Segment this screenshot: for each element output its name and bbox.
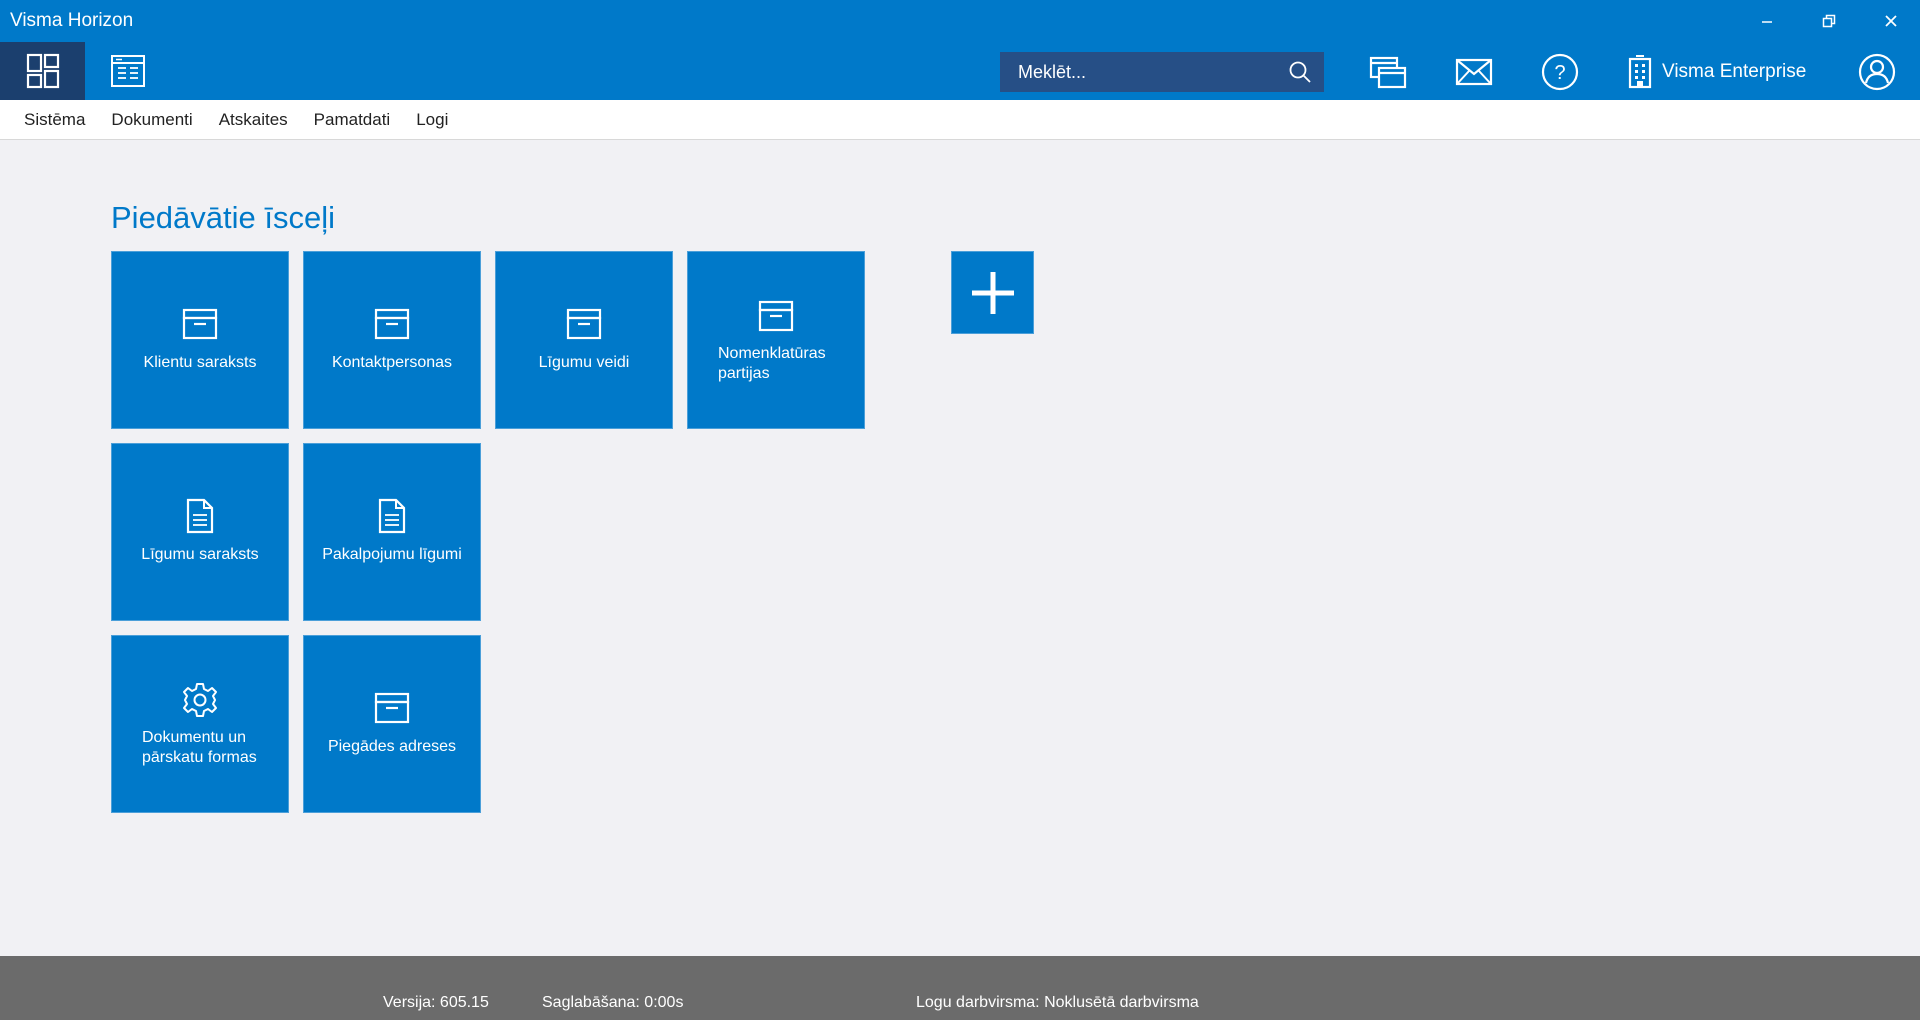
add-shortcut-button[interactable] bbox=[951, 251, 1034, 334]
window-title: Visma Horizon bbox=[10, 10, 134, 31]
tile-klientu-saraksts[interactable]: Klientu saraksts bbox=[111, 251, 289, 429]
plus-icon bbox=[971, 271, 1014, 314]
help-icon: ? bbox=[1541, 53, 1579, 91]
restore-button[interactable] bbox=[1806, 6, 1852, 36]
tile-label: Nomenklatūras partijas bbox=[718, 345, 826, 382]
archive-box-icon bbox=[304, 308, 480, 340]
user-profile-button[interactable] bbox=[1855, 52, 1899, 92]
dashboard-button[interactable] bbox=[0, 42, 85, 100]
close-icon bbox=[1885, 15, 1897, 27]
archive-box-icon bbox=[688, 300, 864, 332]
tile-label: Dokumentu un pārskatu formas bbox=[142, 729, 257, 766]
company-selector[interactable]: Visma Enterprise bbox=[1626, 52, 1806, 92]
svg-text:?: ? bbox=[1554, 62, 1565, 84]
dashboard-icon bbox=[26, 53, 59, 89]
company-name: Visma Enterprise bbox=[1662, 61, 1807, 82]
workspace-button[interactable] bbox=[85, 42, 170, 100]
gear-icon bbox=[112, 682, 288, 718]
mail-icon bbox=[1455, 58, 1493, 86]
archive-box-icon bbox=[304, 692, 480, 724]
tile-label: Līgumu saraksts bbox=[141, 546, 259, 563]
tile-nomenklaturas-partijas[interactable]: Nomenklatūras partijas bbox=[687, 251, 865, 429]
restore-icon bbox=[1822, 14, 1836, 28]
menu-item-sistema[interactable]: Sistēma bbox=[24, 110, 85, 130]
tile-piegades-adreses[interactable]: Piegādes adreses bbox=[303, 635, 481, 813]
tile-kontaktpersonas[interactable]: Kontaktpersonas bbox=[303, 251, 481, 429]
search-box bbox=[1000, 52, 1324, 92]
tile-label: Klientu saraksts bbox=[143, 354, 257, 371]
page-title: Piedāvātie īsceļi bbox=[111, 200, 336, 235]
toolbar: ? Visma Enterprise bbox=[0, 42, 1920, 100]
form-window-icon bbox=[110, 55, 145, 87]
windows-icon bbox=[1369, 56, 1407, 89]
user-icon bbox=[1858, 53, 1896, 91]
tile-label: Kontaktpersonas bbox=[331, 354, 453, 371]
tile-dokumentu-un-parskatu-formas[interactable]: Dokumentu un pārskatu formas bbox=[111, 635, 289, 813]
menu-bar: Sistēma Dokumenti Atskaites Pamatdati Lo… bbox=[0, 100, 1920, 140]
version-label: Versija: 605.15 bbox=[383, 994, 489, 1011]
tile-label: Piegādes adreses bbox=[327, 738, 457, 755]
help-button[interactable]: ? bbox=[1538, 52, 1582, 92]
minimize-icon bbox=[1762, 21, 1772, 23]
windows-button[interactable] bbox=[1366, 52, 1410, 92]
menu-item-dokumenti[interactable]: Dokumenti bbox=[111, 110, 192, 130]
save-status-label: Saglabāšana: 0:00s bbox=[542, 994, 684, 1011]
tile-ligumu-veidi[interactable]: Līgumu veidi bbox=[495, 251, 673, 429]
minimize-button[interactable] bbox=[1744, 6, 1790, 36]
status-bar: Versija: 605.15 Saglabāšana: 0:00s Logu … bbox=[0, 956, 1920, 1020]
workspace-label: Logu darbvirsma: Noklusētā darbvirsma bbox=[916, 994, 1199, 1011]
menu-item-pamatdati[interactable]: Pamatdati bbox=[314, 110, 391, 130]
menu-item-atskaites[interactable]: Atskaites bbox=[219, 110, 288, 130]
title-bar: Visma Horizon bbox=[0, 0, 1920, 42]
close-button[interactable] bbox=[1868, 6, 1914, 36]
tile-ligumu-saraksts[interactable]: Līgumu saraksts bbox=[111, 443, 289, 621]
messages-button[interactable] bbox=[1452, 52, 1496, 92]
tile-pakalpojumu-ligumi[interactable]: Pakalpojumu līgumi bbox=[303, 443, 481, 621]
search-icon[interactable] bbox=[1288, 60, 1312, 84]
document-icon bbox=[304, 498, 480, 534]
tile-label: Pakalpojumu līgumi bbox=[322, 546, 462, 563]
building-icon bbox=[1628, 55, 1652, 89]
archive-box-icon bbox=[496, 308, 672, 340]
tile-label: Līgumu veidi bbox=[538, 354, 630, 371]
archive-box-icon bbox=[112, 308, 288, 340]
menu-item-logi[interactable]: Logi bbox=[416, 110, 448, 130]
document-icon bbox=[112, 498, 288, 534]
search-input[interactable] bbox=[1018, 61, 1278, 83]
